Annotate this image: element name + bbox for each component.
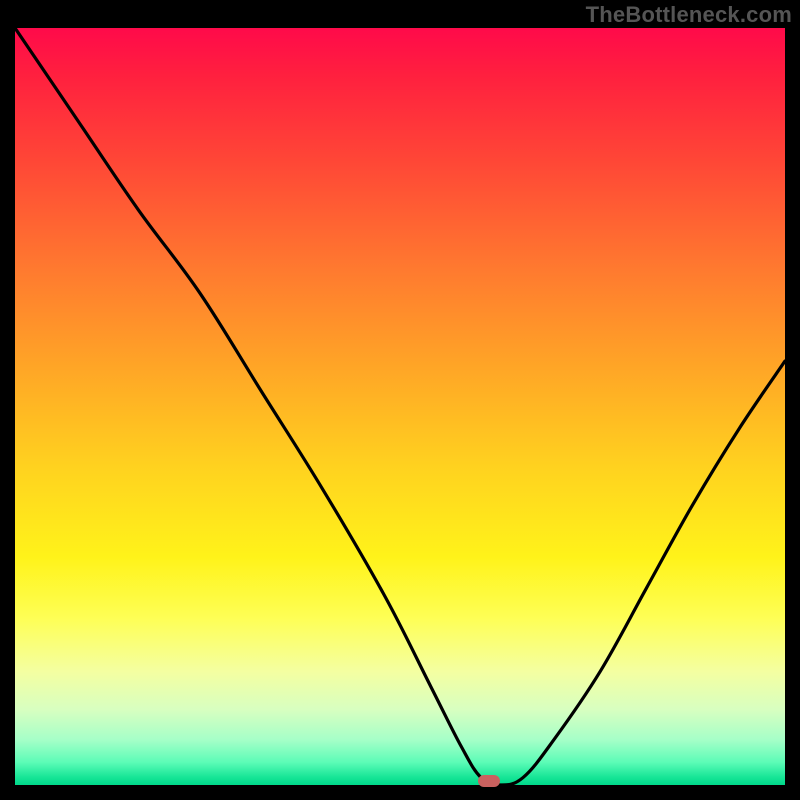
chart-curve-layer — [15, 28, 785, 785]
chart-container: TheBottleneck.com — [0, 0, 800, 800]
chart-line — [15, 28, 785, 785]
chart-marker — [478, 775, 500, 787]
watermark-text: TheBottleneck.com — [586, 2, 792, 28]
